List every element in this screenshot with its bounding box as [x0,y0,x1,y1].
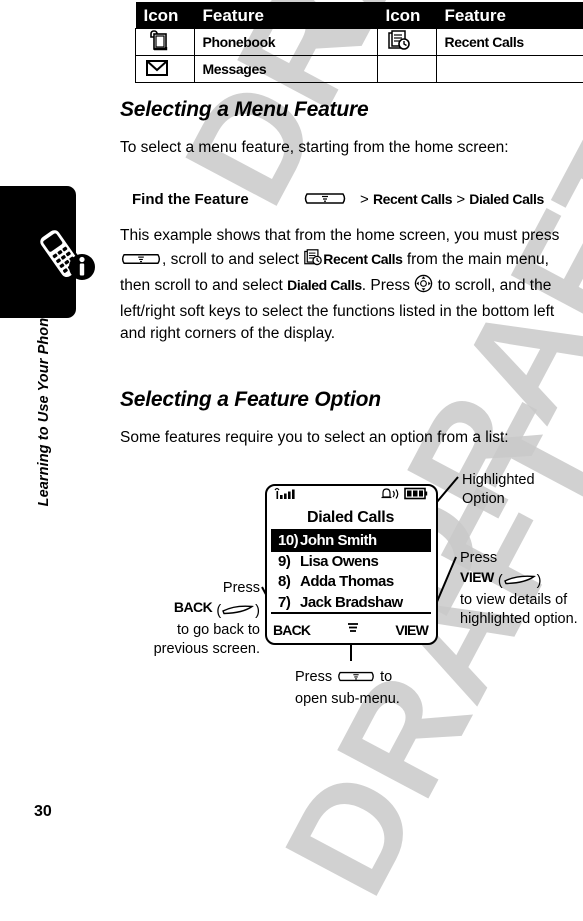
table-header-feature-2: Feature [436,3,583,29]
annotation-back-press: Press [148,579,260,598]
chapter-sidebar: Learning to Use Your Phone 30 [0,0,105,836]
menu-key-icon [120,251,162,275]
dialed-calls-list: 10)John Smith 9)Lisa Owens 8)Adda Thomas… [271,529,431,614]
table-cell-feature: Messages [194,56,377,83]
list-item-number: 8) [278,572,300,593]
phonebook-icon [136,29,195,56]
list-item-name: Lisa Owens [300,553,378,570]
navigation-key-icon [414,274,433,301]
path-dialed-calls: Dialed Calls [469,191,544,207]
example-bold-dialed-calls: Dialed Calls [287,277,362,293]
annotation-press-view: Press VIEW ( ) to view details of highli… [460,549,580,629]
paragraph-example: This example shows that from the home sc… [120,225,570,346]
recent-calls-icon [303,249,323,275]
list-item-name: John Smith [300,532,377,549]
example-bold-recent-calls: Recent Calls [323,251,402,267]
soft-key-back[interactable]: BACK [273,622,310,638]
list-item-name: Adda Thomas [300,573,394,590]
table-header-row: Icon Feature Icon Feature [136,3,583,29]
list-item-number: 7) [278,593,300,614]
annotation-back-bold: BACK [174,599,212,615]
annotation-view-bold: VIEW [460,569,494,585]
phone-soft-key-bar: BACK VIEW [270,619,431,641]
table-cell-feature: Phonebook [194,29,377,56]
list-item[interactable]: 8)Adda Thomas [271,572,431,593]
annotation-view-press: Press [460,549,580,568]
sidebar-chapter-label: Learning to Use Your Phone [36,298,52,518]
example-text-b: , scroll to and select [162,251,299,268]
heading-selecting-a-feature-option: Selecting a Feature Option [120,388,381,412]
table-header-feature-1: Feature [194,3,377,29]
table-cell-feature: Recent Calls [436,29,583,56]
find-the-feature-row: Find the Feature > Recent Calls > Dialed… [120,190,583,209]
table-cell-icon-empty [377,56,436,83]
menu-key-icon [290,190,360,209]
path-prefix: > [360,191,369,208]
example-text-a: This example shows that from the home sc… [120,227,559,244]
heading-selecting-a-menu-feature: Selecting a Menu Feature [120,98,368,122]
list-item-number: 9) [278,552,300,573]
paragraph-intro: To select a menu feature, starting from … [120,137,582,160]
phone-info-icon [38,223,98,285]
ringer-alert-icon [379,487,401,506]
soft-key-icon: ( ) [498,572,542,591]
soft-key-icon: ( ) [216,602,260,621]
annotation-submenu-detail: open sub-menu. [295,690,455,709]
phone-status-bar [268,487,433,505]
list-item[interactable]: 9)Lisa Owens [271,552,431,573]
recent-calls-icon [377,29,436,56]
list-item-number: 10) [278,531,300,552]
annotation-highlighted-option: Highlighted Option [462,471,577,509]
table-row: Messages [136,56,583,83]
soft-key-view[interactable]: VIEW [395,622,428,638]
annotation-back-detail: to go back to previous screen. [148,621,260,659]
table-row: Phonebook Recent Calls [136,29,583,56]
page-number: 30 [34,803,52,821]
signal-strength-icon [273,487,299,506]
table-cell-feature [436,56,583,83]
icon-feature-table: Icon Feature Icon Feature Phonebook [135,2,583,83]
annotation-submenu-press: Press [295,669,332,685]
annotation-open-sub-menu: Press to open sub-menu. [295,668,455,709]
screen-title: Dialed Calls [271,506,430,530]
list-item[interactable]: 10)John Smith [271,531,431,552]
messages-envelope-icon [136,56,195,83]
annotation-submenu-to: to [380,669,392,685]
annotation-press-back: Press BACK ( ) to go back to previous sc… [148,579,260,659]
phone-screen: Dialed Calls 10)John Smith 9)Lisa Owens … [265,484,438,645]
table-header-icon-1: Icon [136,3,195,29]
find-the-feature-label: Find the Feature [120,191,290,208]
example-text-press: Press [370,277,410,294]
menu-key-icon [336,669,376,690]
table-header-icon-2: Icon [377,3,436,29]
example-text-d: . [362,277,366,294]
path-recent-calls: Recent Calls [373,191,452,207]
paragraph-feature-option-intro: Some features require you to select an o… [120,427,582,450]
battery-icon [404,487,428,505]
annotation-view-detail: to view details of highlighted option. [460,591,580,629]
menu-key-icon[interactable] [345,620,361,641]
list-item[interactable]: 7)Jack Bradshaw [271,593,431,614]
find-the-feature-path: > Recent Calls > Dialed Calls [360,191,544,208]
list-item-name: Jack Bradshaw [300,594,403,611]
path-separator: > [456,191,465,208]
